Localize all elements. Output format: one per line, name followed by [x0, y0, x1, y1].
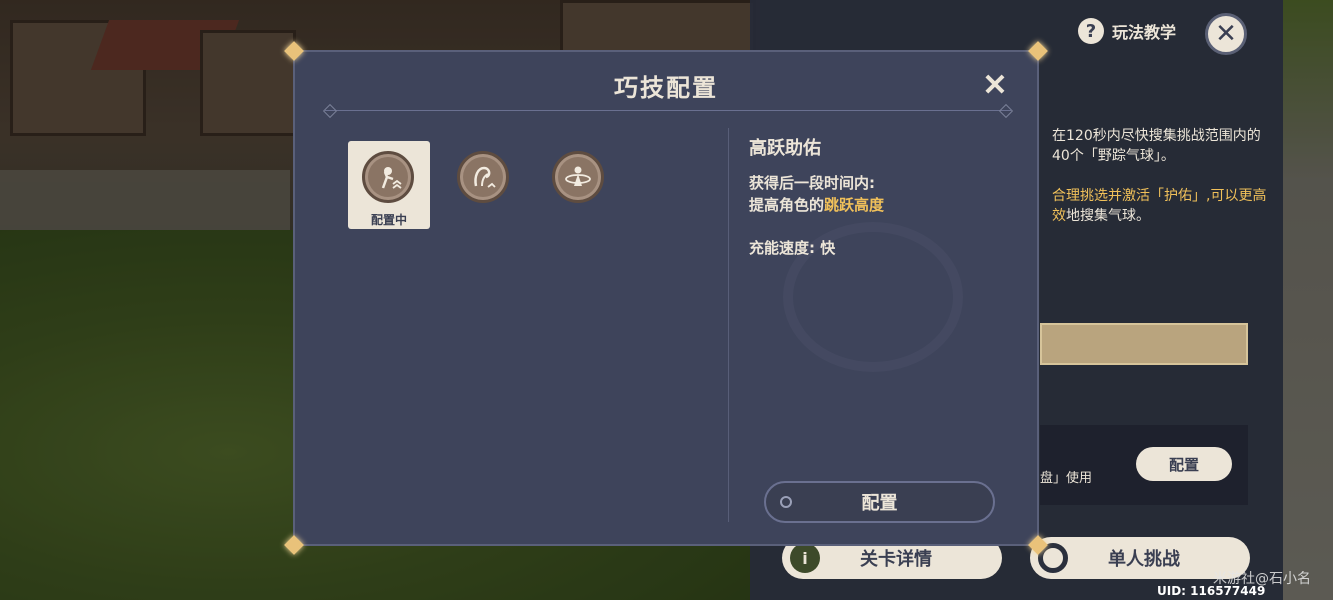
skill-slot-shield[interactable] [538, 141, 620, 229]
progress-bar [1040, 323, 1248, 365]
config-hint-text: 盘」使用 [1040, 471, 1093, 486]
skill-slot-wind[interactable] [443, 141, 525, 229]
shield-skill-icon [552, 151, 604, 203]
challenge-description: 在120秒内尽快搜集挑战范围内的40个「野踪气球」。 [1052, 128, 1261, 164]
single-challenge-label: 单人挑战 [1108, 549, 1180, 570]
tutorial-label: 玩法教学 [1112, 23, 1177, 42]
title-divider [325, 110, 1011, 111]
skill-slot-jump[interactable]: 配置中 [348, 141, 430, 229]
tutorial-button[interactable]: ? 玩法教学 [1078, 18, 1176, 44]
info-icon: i [790, 543, 820, 573]
apply-config-label: 配置 [861, 493, 898, 513]
column-divider [728, 128, 729, 522]
panel-config-button[interactable]: 配置 [1136, 447, 1232, 481]
charge-speed: 充能速度: 快 [749, 239, 836, 257]
gadget-config-dialog: 巧技配置 ✕ 配置中 高跃助佑 获得后一段时间内: 提高角色的跳跃高度 充能速度… [284, 41, 1048, 555]
level-details-label: 关卡详情 [860, 549, 932, 570]
skill-effect-highlight: 跳跃高度 [824, 196, 885, 214]
question-icon: ? [1078, 18, 1104, 44]
close-icon: ✕ [982, 68, 1008, 102]
panel-close-button[interactable]: ✕ [1205, 13, 1247, 55]
challenge-tip-rest: 地搜集气球。 [1066, 208, 1150, 224]
skill-effect-line2: 提高角色的跳跃高度 [749, 194, 884, 215]
close-icon: ✕ [1215, 19, 1237, 49]
dialog-close-button[interactable]: ✕ [978, 68, 1012, 102]
apply-config-button[interactable]: 配置 [764, 481, 995, 523]
skill-status-label: 配置中 [370, 213, 407, 227]
uid-label: UID: 116577449 [1157, 584, 1266, 598]
dialog-title: 巧技配置 [614, 74, 718, 102]
wind-skill-icon [457, 151, 509, 203]
radio-indicator-icon [780, 496, 792, 508]
skill-effect-prefix: 提高角色的 [749, 196, 825, 214]
jump-skill-icon [362, 151, 414, 203]
skill-effect-line1: 获得后一段时间内: [749, 174, 875, 192]
challenge-tip: 合理挑选并激活「护佑」,可以更高效地搜集气球。 [1052, 186, 1267, 226]
skill-name: 高跃助佑 [749, 138, 821, 159]
